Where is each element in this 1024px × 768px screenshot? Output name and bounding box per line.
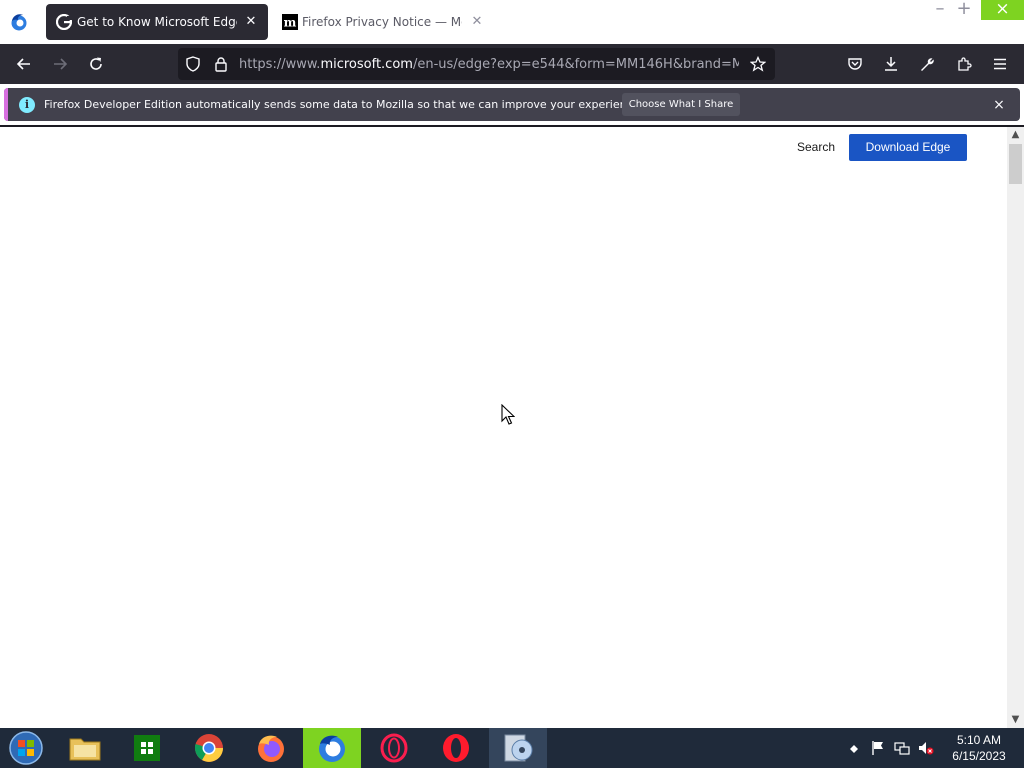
web-page-content: Search Download Edge [0,127,1007,728]
tab-title: Get to Know Microsoft Edge [77,15,237,29]
taskbar-chrome[interactable] [180,728,238,768]
taskbar-file-explorer[interactable] [56,728,114,768]
notification-accent [4,88,8,121]
hamburger-menu-icon [994,58,1006,70]
reload-icon [90,57,102,70]
microsoft-store-bag-icon [134,735,160,761]
firefox-developer-edition-icon [319,735,345,762]
media-disc-icon [504,734,533,762]
tab-strip: Get to Know Microsoft Edge ✕ m Firefox P… [0,0,1024,44]
maximize-button[interactable]: + [954,0,974,20]
clock-time: 5:10 AM [956,733,1002,747]
svg-text:m: m [284,16,297,30]
search-link[interactable]: Search [797,140,835,154]
reload-button[interactable] [84,52,108,76]
pocket-button[interactable] [843,52,867,76]
mouse-cursor-icon [501,404,515,425]
opera-icon [443,734,469,762]
downloads-button[interactable] [879,52,903,76]
windows-taskbar: 5:10 AM 6/15/2023 [0,728,1024,768]
url-bar[interactable]: https://www.microsoft.com/en-us/edge?exp… [178,48,775,80]
download-icon [885,57,897,71]
taskbar-opera[interactable] [427,728,485,768]
chrome-icon [194,734,223,762]
taskbar-firefox[interactable] [242,728,300,768]
tab-edge[interactable]: Get to Know Microsoft Edge ✕ [46,4,268,40]
google-g-icon [56,14,72,30]
taskbar-firefox-developer-edition[interactable] [303,728,361,768]
tab-title: Firefox Privacy Notice — Mozilla [302,15,462,29]
taskbar-opera-gx[interactable] [365,728,423,768]
puzzle-piece-icon [958,57,972,71]
forward-arrow-icon [54,58,68,70]
close-tab-icon[interactable]: ✕ [242,13,260,31]
wrench-icon [921,58,934,71]
windows-start-orb-icon[interactable] [6,730,46,766]
download-edge-button[interactable]: Download Edge [849,134,967,161]
forward-button[interactable] [48,52,72,76]
scroll-up-arrow-icon[interactable]: ▲ [1007,127,1024,143]
navigation-toolbar: https://www.microsoft.com/en-us/edge?exp… [0,44,1024,84]
clock-date: 6/15/2023 [952,749,1006,763]
minimize-button[interactable]: – [930,0,950,20]
url-prefix: https://www. [239,57,321,72]
choose-what-i-share-button[interactable]: Choose What I Share [622,93,740,116]
taskbar-media-player[interactable] [489,728,547,768]
system-clock[interactable]: 5:10 AM 6/15/2023 [944,732,1014,764]
file-explorer-folder-icon [69,738,101,761]
mozilla-m-icon: m [282,14,298,30]
bookmark-star-icon[interactable] [750,56,766,72]
url-domain: microsoft.com [320,57,413,72]
url-path: /en-us/edge?exp=e544&form=MM146H&brand=M… [412,57,739,72]
network-icon[interactable] [894,740,910,756]
show-hidden-icons-arrow-icon[interactable] [846,740,862,756]
padlock-icon[interactable] [213,56,229,72]
opera-gx-icon [380,733,408,763]
firefox-icon [258,735,284,762]
close-window-button[interactable]: × [981,0,1024,20]
data-collection-notification: i Firefox Developer Edition automaticall… [4,88,1020,121]
notification-message: Firefox Developer Edition automatically … [44,98,643,111]
back-arrow-icon [16,58,30,70]
vertical-scrollbar[interactable]: ▲ ▼ [1007,127,1024,728]
info-icon: i [19,97,35,113]
tracking-protection-shield-icon[interactable] [185,56,201,72]
scroll-down-arrow-icon[interactable]: ▼ [1007,712,1024,728]
back-button[interactable] [12,52,36,76]
firefox-developer-icon[interactable] [9,12,29,32]
close-tab-icon[interactable]: ✕ [468,13,486,31]
close-notification-icon[interactable]: × [990,96,1008,114]
taskbar-microsoft-store[interactable] [118,728,176,768]
menu-button[interactable] [988,52,1012,76]
url-text[interactable]: https://www.microsoft.com/en-us/edge?exp… [239,57,739,72]
pocket-icon [848,58,862,70]
action-center-flag-icon[interactable] [870,740,886,756]
extensions-button[interactable] [952,52,976,76]
scroll-thumb[interactable] [1009,144,1022,184]
tab-privacy-notice[interactable]: m Firefox Privacy Notice — Mozilla ✕ [272,4,490,40]
volume-muted-icon[interactable] [918,740,934,756]
developer-tools-button[interactable] [915,52,939,76]
